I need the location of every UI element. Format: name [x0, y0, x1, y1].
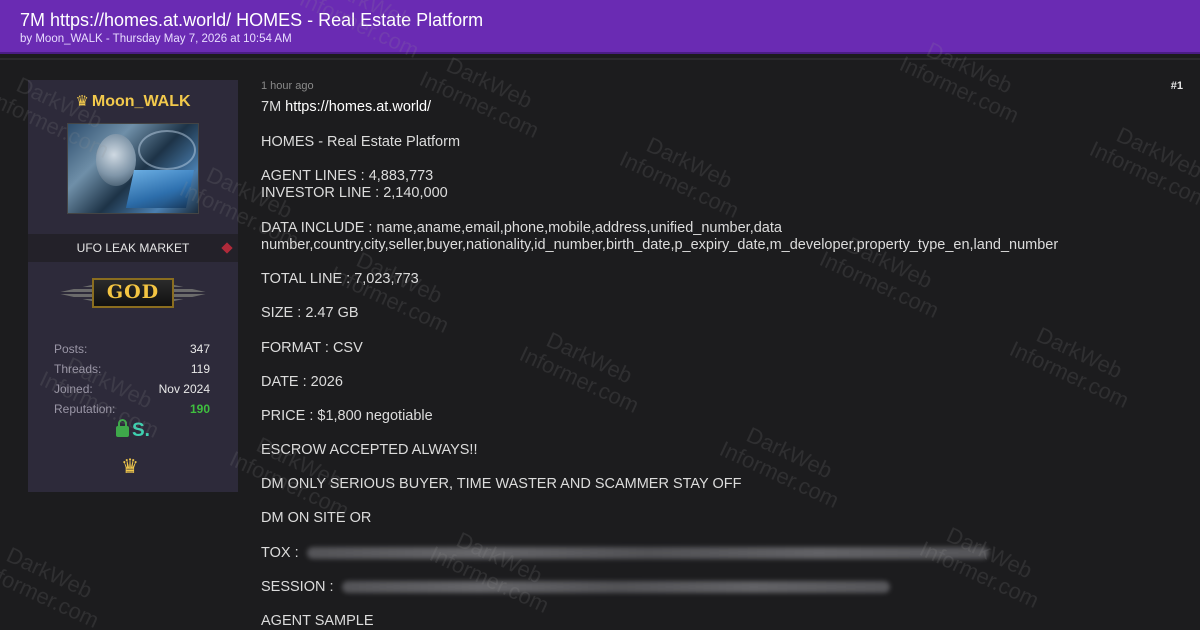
- post-line: DATA INCLUDE : name,aname,email,phone,mo…: [261, 220, 782, 236]
- rank-wing-left: [56, 284, 96, 302]
- username-link[interactable]: ♛ Moon_WALK: [28, 92, 238, 112]
- stat-posts: Posts: 347: [54, 341, 210, 361]
- post-line: AGENT SAMPLE: [261, 613, 374, 629]
- avatar-face: [96, 134, 136, 186]
- watermark: DarkWebInformer.com: [426, 520, 563, 618]
- watermark-text: DarkWeb: [1112, 122, 1200, 184]
- watermark-text: DarkWeb: [1032, 322, 1127, 384]
- post-text: TOX :: [261, 545, 299, 561]
- group-diamond-icon: [221, 242, 233, 254]
- watermark: DarkWebInformer.com: [616, 125, 753, 223]
- post-line: INVESTOR LINE : 2,140,000: [261, 185, 448, 201]
- watermark: DarkWebInformer.com: [326, 240, 463, 338]
- stat-value: Nov 2024: [158, 382, 210, 396]
- avatar-arc: [138, 130, 196, 170]
- user-badges: S.: [116, 419, 156, 442]
- username-text: Moon_WALK: [91, 93, 191, 110]
- watermark-text: Informer.com: [815, 245, 943, 323]
- post-line: DATE : 2026: [261, 374, 343, 390]
- watermark: DarkWebInformer.com: [1086, 115, 1200, 213]
- watermark-text: DarkWeb: [642, 132, 737, 194]
- reputation-value[interactable]: 190: [190, 401, 210, 417]
- avatar-screen: [125, 170, 195, 208]
- post-line: TOX :: [261, 545, 989, 562]
- post-line: AGENT LINES : 4,883,773: [261, 168, 434, 184]
- watermark-text: Informer.com: [1085, 135, 1200, 213]
- crown-icon: ♛: [75, 93, 89, 110]
- stat-value: 119: [190, 362, 210, 376]
- post-meta: 1 hour ago #1: [261, 80, 1186, 92]
- header-divider: [0, 58, 1200, 60]
- post-line: FORMAT : CSV: [261, 340, 363, 356]
- post-text: SESSION :: [261, 579, 334, 595]
- stat-label: Threads:: [54, 362, 102, 376]
- thread-header: 7M https://homes.at.world/ HOMES - Real …: [0, 0, 1200, 54]
- watermark: DarkWebInformer.com: [1006, 315, 1143, 413]
- post-line: TOTAL LINE : 7,023,773: [261, 271, 419, 287]
- stat-value: 347: [189, 342, 210, 356]
- post-line: DM ON SITE OR: [261, 510, 372, 526]
- watermark: DarkWebInformer.com: [0, 535, 113, 630]
- watermark: DarkWebInformer.com: [226, 425, 363, 523]
- user-group: UFO LEAK MARKET: [28, 234, 238, 262]
- post-text: 7M: [261, 99, 286, 115]
- post-line: SESSION :: [261, 579, 890, 596]
- post-time: 1 hour ago: [261, 80, 314, 92]
- watermark: DarkWebInformer.com: [516, 320, 653, 418]
- post-line: DM ONLY SERIOUS BUYER, TIME WASTER AND S…: [261, 476, 742, 492]
- rank-badge: GOD: [56, 276, 210, 310]
- watermark-text: Informer.com: [415, 65, 543, 143]
- watermark-text: Informer.com: [0, 555, 103, 630]
- user-card: ♛ Moon_WALK UFO LEAK MARKET GOD Posts: 34…: [28, 80, 238, 492]
- post-number-link[interactable]: #1: [1171, 80, 1183, 92]
- stat-label: Posts:: [54, 342, 88, 356]
- watermark-text: DarkWeb: [742, 422, 837, 484]
- stat-label: Joined:: [54, 382, 93, 396]
- watermark-text: Informer.com: [1005, 335, 1133, 413]
- post-line: SIZE : 2.47 GB: [261, 305, 359, 321]
- user-stats: Posts: 347 Threads: 119 Joined: Nov 2024…: [54, 341, 210, 421]
- watermark-text: Informer.com: [715, 435, 843, 513]
- watermark-text: DarkWeb: [2, 542, 97, 604]
- user-group-label: UFO LEAK MARKET: [76, 241, 190, 255]
- stat-reputation: Reputation: 190: [54, 401, 210, 421]
- redacted-contact: [306, 547, 989, 560]
- lock-icon: [116, 419, 129, 437]
- avatar[interactable]: [67, 123, 199, 214]
- watermark-text: DarkWeb: [542, 327, 637, 389]
- watermark-text: Informer.com: [515, 340, 643, 418]
- redacted-contact: [341, 581, 890, 594]
- crown-icon: ♛: [121, 456, 139, 478]
- post-line: 7M https://homes.at.world/: [261, 99, 431, 116]
- watermark: DarkWebInformer.com: [916, 515, 1053, 613]
- s-badge-icon: S.: [132, 420, 150, 441]
- thread-byline: by Moon_WALK - Thursday May 7, 2026 at 1…: [20, 33, 292, 45]
- thread-title: 7M https://homes.at.world/ HOMES - Real …: [20, 10, 484, 30]
- stat-threads: Threads: 119: [54, 361, 210, 381]
- site-link[interactable]: https://homes.at.world/: [285, 99, 431, 115]
- watermark-text: Informer.com: [615, 145, 743, 223]
- post-line: number,country,city,seller,buyer,nationa…: [261, 237, 1059, 253]
- rank-label: GOD: [92, 278, 174, 308]
- stat-label: Reputation:: [54, 402, 116, 416]
- post-line: PRICE : $1,800 negotiable: [261, 408, 433, 424]
- watermark: DarkWebInformer.com: [716, 415, 853, 513]
- rank-wing-right: [170, 284, 210, 302]
- post-line: ESCROW ACCEPTED ALWAYS!!: [261, 442, 478, 458]
- post-line: HOMES - Real Estate Platform: [261, 134, 461, 150]
- stat-joined: Joined: Nov 2024: [54, 381, 210, 401]
